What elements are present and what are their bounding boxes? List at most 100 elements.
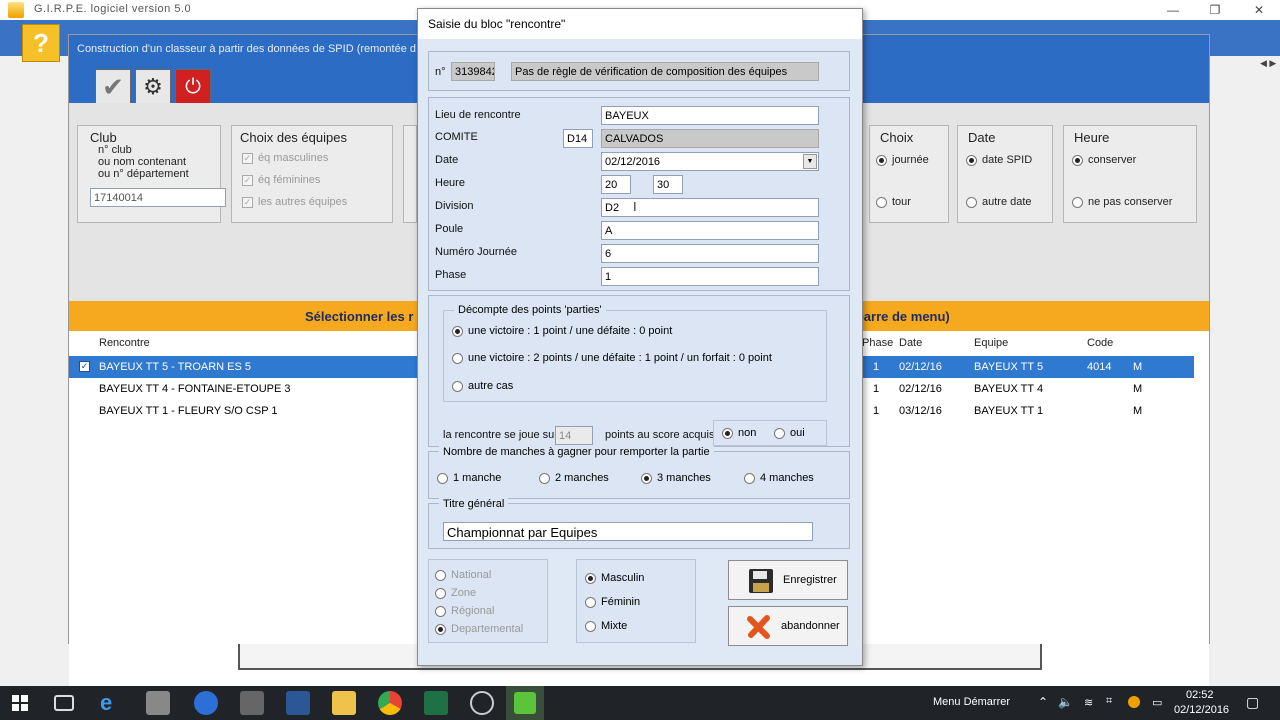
heure-h-input[interactable]: 20 [601,175,631,194]
col-phase[interactable]: Phase [862,337,893,349]
clock-time[interactable]: 02:52 [1186,689,1214,701]
battery-icon[interactable]: ▭ [1152,696,1162,709]
settings-icon[interactable]: ⚙ [135,69,171,105]
journee-label: Numéro Journée [435,246,517,258]
decompte-legend: Décompte des points 'parties' [454,304,606,316]
niveau-national-radio[interactable]: National [435,569,491,581]
col-code[interactable]: Code [1087,337,1113,349]
score-non-radio[interactable]: non [722,427,756,439]
poule-label: Poule [435,223,464,235]
app-icon-1[interactable] [194,691,218,715]
network-icon[interactable]: ⌗ [1106,695,1112,708]
scroll-arrows-icon[interactable]: ◀ ▶ [1260,58,1276,69]
titre-input[interactable]: Championnat par Equipes [443,522,813,541]
decompte-opt2-radio[interactable]: une victoire : 2 points / une défaite : … [452,352,772,364]
manche-1-radio[interactable]: 1 manche [437,472,501,484]
lieu-input[interactable]: BAYEUX [601,106,819,125]
choix-tour-radio[interactable]: tour [876,196,911,208]
niveau-regional-radio[interactable]: Régional [435,605,494,617]
heure-pasconserver-radio[interactable]: ne pas conserver [1072,196,1172,208]
heure-group: Heure conserver ne pas conserver [1063,125,1197,223]
score-oui-radio[interactable]: oui [774,427,805,439]
word-icon[interactable] [286,691,310,715]
date-group: Date date SPID autre date [957,125,1053,223]
num-panel: n° 3139842 Pas de règle de vérification … [428,51,850,91]
minimize-button[interactable]: — [1162,2,1184,18]
col-equipe[interactable]: Equipe [974,337,1008,349]
cell-sex: M [1133,405,1143,417]
team-fem-checkbox[interactable]: ✓ éq féminines [242,174,320,186]
col-rencontre[interactable]: Rencontre [99,337,150,349]
start-menu-label[interactable]: Menu Démarrer [933,696,1010,708]
row-checkbox[interactable]: ✓ [79,360,90,372]
sexe-masculin-radio[interactable]: Masculin [585,572,644,584]
club-input[interactable]: 17140014 [90,188,226,207]
cell-date: 02/12/16 [899,361,942,373]
help-icon[interactable]: ? [22,24,60,62]
close-button[interactable]: ✕ [1248,2,1270,18]
notification-center-icon[interactable]: ▢ [1246,694,1259,711]
tray-chevron-icon[interactable]: ⌃ [1038,695,1048,709]
manche-3-radio[interactable]: 3 manches [641,472,711,484]
date-title: Date [968,130,996,145]
phase-input[interactable]: 1 [601,267,819,286]
folder-icon[interactable] [332,691,356,715]
windows-start-icon[interactable] [12,695,28,711]
col-date[interactable]: Date [899,337,922,349]
cell-phase: 1 [873,361,880,373]
edge-icon[interactable]: e [100,691,124,715]
abandonner-button[interactable]: abandonner [728,606,848,646]
manche-4-radio[interactable]: 4 manches [744,472,814,484]
team-other-checkbox[interactable]: ✓ les autres équipes [242,196,347,208]
clock-date[interactable]: 02/12/2016 [1174,704,1229,716]
decompte-fieldset: Décompte des points 'parties' une victoi… [443,304,827,402]
score-acquis-group: non oui [713,420,827,446]
date-select[interactable]: 02/12/2016 ▼ [601,152,819,171]
sexe-mixte-radio[interactable]: Mixte [585,620,627,632]
app-icon-3[interactable] [470,691,494,715]
titre-panel: Titre général Championnat par Equipes [428,498,850,549]
heure-m-input[interactable]: 30 [653,175,683,194]
date-spid-radio[interactable]: date SPID [966,154,1032,166]
power-icon[interactable]: ⏻ [175,69,211,105]
girpe-taskbar-item[interactable] [506,686,544,720]
score-pre-label: la rencontre se joue sur [443,429,558,441]
wifi-icon[interactable]: ≋ [1084,696,1093,709]
team-masc-checkbox[interactable]: ✓ éq masculines [242,152,328,164]
sexe-feminin-radio[interactable]: Féminin [585,596,640,608]
app-icon-2[interactable] [240,691,264,715]
dialog-title: Saisie du bloc "rencontre" [418,9,862,39]
journee-input[interactable]: 6 [601,244,819,263]
niveau-group: National Zone Régional Departemental [428,559,548,643]
enregistrer-button[interactable]: Enregistrer [728,560,848,600]
heure-conserver-radio[interactable]: conserver [1072,154,1136,166]
cell-rencontre: BAYEUX TT 4 - FONTAINE-ETOUPE 3 [99,383,291,395]
phase-label: Phase [435,269,467,281]
cell-rencontre: BAYEUX TT 1 - FLEURY S/O CSP 1 [99,405,278,417]
choix-journee-radio[interactable]: journée [876,154,929,166]
poule-input[interactable]: A [601,221,819,240]
choix-group: Choix journée tour [869,125,949,223]
cancel-x-icon [747,615,770,639]
niveau-departemental-radio[interactable]: Departemental [435,623,523,635]
niveau-zone-radio[interactable]: Zone [435,587,476,599]
maximize-button[interactable]: ❐ [1204,2,1226,18]
notification-app-icon[interactable] [1128,696,1140,708]
volume-icon[interactable]: 🔈 [1058,695,1073,709]
score-input[interactable]: 14 [555,426,593,445]
task-view-icon[interactable] [54,695,74,711]
excel-icon[interactable] [424,691,448,715]
cell-date: 03/12/16 [899,405,942,417]
lieu-label: Lieu de rencontre [435,109,521,121]
cell-rencontre: BAYEUX TT 5 - TROARN ES 5 [99,361,252,373]
manche-2-radio[interactable]: 2 manches [539,472,609,484]
cell-phase: 1 [873,383,880,395]
chevron-down-icon[interactable]: ▼ [803,154,817,169]
decompte-opt1-radio[interactable]: une victoire : 1 point / une défaite : 0… [452,325,672,337]
store-icon[interactable] [146,691,170,715]
validate-icon[interactable]: ✔ [95,69,131,105]
chrome-icon[interactable] [378,691,402,715]
comite-code-input[interactable]: D14 [563,129,593,148]
date-autre-radio[interactable]: autre date [966,196,1032,208]
decompte-opt3-radio[interactable]: autre cas [452,380,513,392]
